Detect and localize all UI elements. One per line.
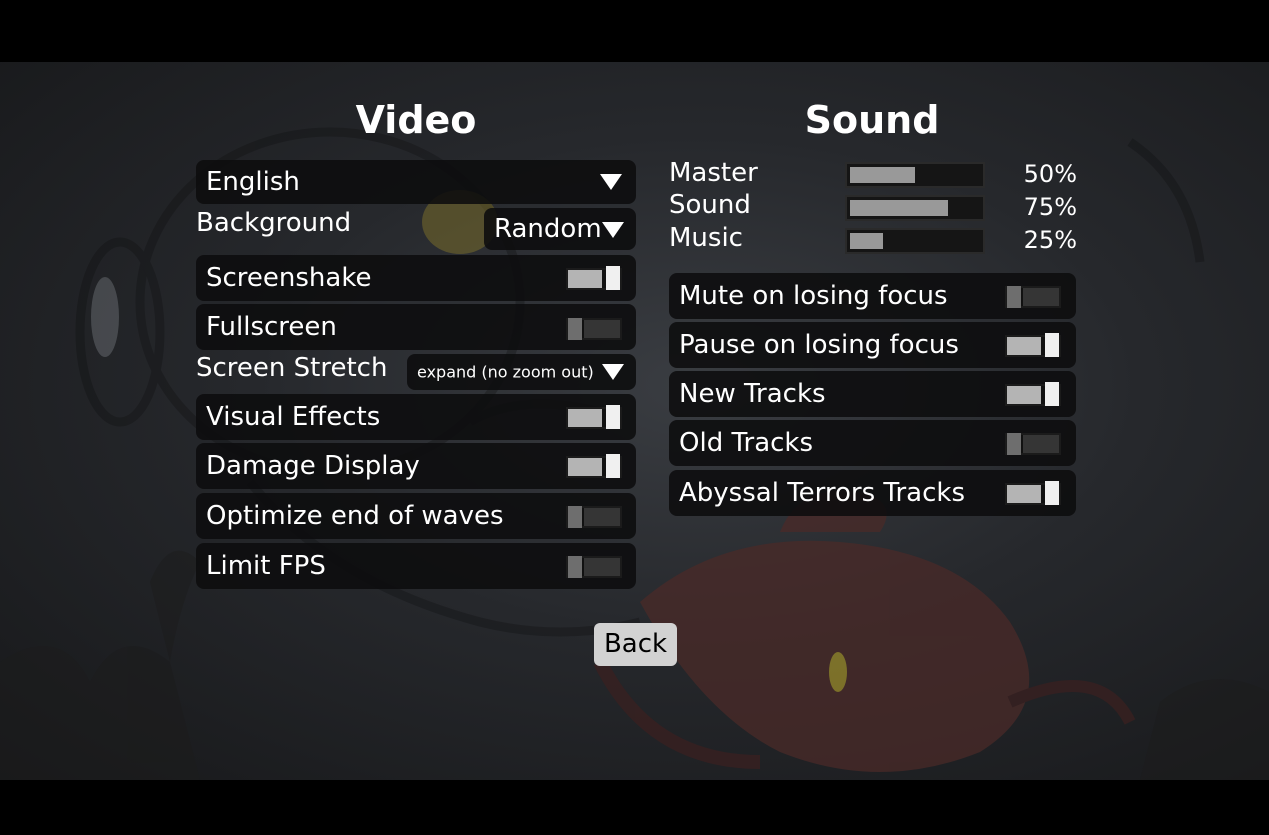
sound-label: Sound (669, 190, 751, 220)
optimize-end-of-waves-toggle[interactable] (566, 502, 622, 530)
sound-percent: 75% (1023, 193, 1077, 221)
fullscreen-toggle[interactable] (566, 314, 622, 342)
language-value: English (206, 167, 300, 197)
mute-on-losing-focus-label: Mute on losing focus (679, 281, 948, 311)
mute-on-losing-focus-toggle[interactable] (1005, 282, 1061, 310)
pause-on-losing-focus-label: Pause on losing focus (679, 330, 959, 360)
limit-fps-row[interactable]: Limit FPS (196, 543, 636, 589)
sound-volume-fill (850, 200, 948, 216)
master-label: Master (669, 158, 758, 188)
limit-fps-toggle[interactable] (566, 552, 622, 580)
music-label: Music (669, 223, 743, 253)
optimize-end-of-waves-label: Optimize end of waves (206, 501, 504, 531)
sound-title: Sound (804, 98, 940, 142)
pause-on-losing-focus-row[interactable]: Pause on losing focus (669, 322, 1076, 368)
sound-volume-slider[interactable] (845, 195, 985, 221)
chevron-down-icon (602, 364, 624, 380)
master-percent: 50% (1023, 160, 1077, 188)
settings-screen: Video English Background Random Screensh… (0, 62, 1269, 780)
language-dropdown[interactable]: English (196, 160, 636, 204)
pause-on-losing-focus-toggle[interactable] (1005, 331, 1061, 359)
background-label: Background (196, 208, 352, 238)
background-dropdown[interactable]: Random (484, 208, 636, 250)
screen-stretch-value: expand (no zoom out) (417, 362, 594, 382)
screenshake-row[interactable]: Screenshake (196, 255, 636, 301)
screen-stretch-dropdown[interactable]: expand (no zoom out) (407, 354, 636, 390)
damage-display-label: Damage Display (206, 451, 420, 481)
limit-fps-label: Limit FPS (206, 551, 326, 581)
background-value: Random (494, 214, 602, 244)
video-title: Video (355, 98, 477, 142)
new-tracks-row[interactable]: New Tracks (669, 371, 1076, 417)
chevron-down-icon (600, 174, 622, 190)
visual-effects-row[interactable]: Visual Effects (196, 394, 636, 440)
screen-stretch-label: Screen Stretch (196, 353, 388, 383)
old-tracks-row[interactable]: Old Tracks (669, 420, 1076, 466)
screenshake-label: Screenshake (206, 263, 372, 293)
fullscreen-row[interactable]: Fullscreen (196, 304, 636, 350)
chevron-down-icon (602, 222, 624, 238)
music-percent: 25% (1023, 226, 1077, 254)
mute-on-losing-focus-row[interactable]: Mute on losing focus (669, 273, 1076, 319)
music-volume-slider[interactable] (845, 228, 985, 254)
visual-effects-toggle[interactable] (566, 403, 622, 431)
old-tracks-toggle[interactable] (1005, 429, 1061, 457)
abyssal-terrors-tracks-toggle[interactable] (1005, 479, 1061, 507)
music-volume-fill (850, 233, 883, 249)
old-tracks-label: Old Tracks (679, 428, 814, 458)
damage-display-row[interactable]: Damage Display (196, 443, 636, 489)
fullscreen-label: Fullscreen (206, 312, 337, 342)
optimize-end-of-waves-row[interactable]: Optimize end of waves (196, 493, 636, 539)
screenshake-toggle[interactable] (566, 264, 622, 292)
new-tracks-toggle[interactable] (1005, 380, 1061, 408)
master-volume-slider[interactable] (845, 162, 985, 188)
damage-display-toggle[interactable] (566, 452, 622, 480)
master-volume-fill (850, 167, 915, 183)
abyssal-terrors-tracks-label: Abyssal Terrors Tracks (679, 478, 965, 508)
abyssal-terrors-tracks-row[interactable]: Abyssal Terrors Tracks (669, 470, 1076, 516)
visual-effects-label: Visual Effects (206, 402, 381, 432)
back-button[interactable]: Back (594, 623, 677, 666)
new-tracks-label: New Tracks (679, 379, 826, 409)
